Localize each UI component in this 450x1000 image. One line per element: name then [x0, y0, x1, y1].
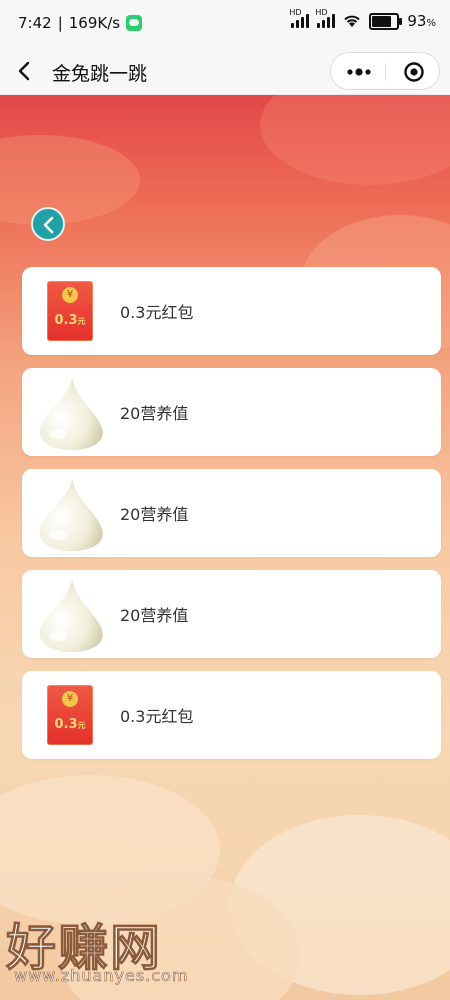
cloud-decoration: [260, 95, 450, 185]
reward-label: 20营养值: [120, 606, 189, 625]
battery-percent: 93%: [407, 12, 436, 30]
signal-icon: HD: [289, 8, 310, 28]
reward-label: 0.3元红包: [120, 707, 194, 726]
status-bar: 7:42 | 169K/s HD HD 93%: [0, 0, 450, 48]
wechat-icon: [126, 15, 143, 31]
wifi-icon: [343, 14, 361, 28]
nutrition-drop-icon: [36, 578, 106, 652]
capsule-menu: [330, 52, 440, 90]
round-back-button[interactable]: [31, 207, 65, 241]
reward-card: 20营养值: [22, 469, 441, 557]
mini-program-titlebar: 金兔跳一跳: [0, 48, 450, 95]
capsule-divider: [385, 63, 386, 81]
reward-list: ¥ 0.3元 0.3元红包 20营养值 20营养值 20营养值 ¥ 0.3元 0…: [22, 267, 441, 772]
nutrition-drop-icon: [36, 477, 106, 551]
more-icon[interactable]: [345, 65, 373, 79]
reward-label: 0.3元红包: [120, 303, 194, 322]
reward-card: 20营养值: [22, 368, 441, 456]
status-time: 7:42: [18, 14, 52, 32]
cloud-decoration: [0, 135, 140, 225]
status-separator: |: [57, 14, 63, 32]
status-right: HD HD 93%: [289, 8, 436, 30]
watermark-url: www.zhuanyes.com: [14, 966, 189, 986]
chevron-left-icon: [43, 216, 54, 234]
back-arrow-icon[interactable]: [12, 58, 38, 84]
reward-card: ¥ 0.3元 0.3元红包: [22, 671, 441, 759]
signal-icon-2: HD: [315, 8, 336, 28]
status-left: 7:42 | 169K/s: [18, 14, 143, 32]
network-speed: 169K/s: [68, 14, 121, 32]
red-packet-icon: ¥ 0.3元: [36, 679, 106, 751]
reward-page: ¥ 0.3元 0.3元红包 20营养值 20营养值 20营养值 ¥ 0.3元 0…: [0, 95, 450, 1000]
nutrition-drop-icon: [36, 376, 106, 450]
red-packet-icon: ¥ 0.3元: [36, 275, 106, 347]
close-miniprogram-icon[interactable]: [403, 61, 425, 83]
reward-label: 20营养值: [120, 404, 189, 423]
reward-card: ¥ 0.3元 0.3元红包: [22, 267, 441, 355]
page-title: 金兔跳一跳: [52, 63, 148, 85]
reward-card: 20营养值: [22, 570, 441, 658]
reward-label: 20营养值: [120, 505, 189, 524]
battery-icon: [369, 12, 403, 30]
